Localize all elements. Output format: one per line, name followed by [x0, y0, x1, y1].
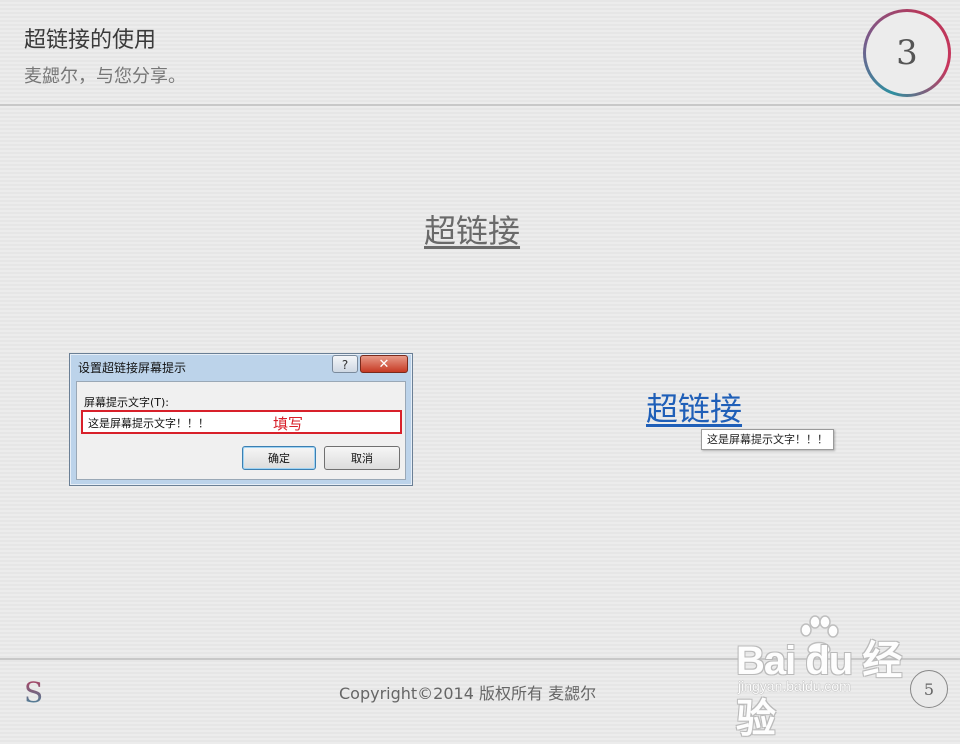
step-badge: 3: [863, 9, 951, 97]
slide-header: 超链接的使用 麦勰尔，与您分享。 3: [0, 0, 960, 106]
screen-tip-label: 屏幕提示文字(T):: [84, 396, 170, 409]
cancel-button[interactable]: 取消: [324, 446, 400, 470]
screen-tip-tooltip: 这是屏幕提示文字！！！: [701, 429, 834, 450]
header-divider: [0, 104, 960, 106]
copyright-text: Copyright©2014 版权所有 麦勰尔: [339, 684, 597, 703]
baidu-watermark: Bai du 经验 jingyan.baidu.com: [732, 606, 928, 741]
step-number: 3: [866, 12, 948, 94]
screen-tip-dialog: 设置超链接屏幕提示 ? ✕ 屏幕提示文字(T): 这是屏幕提示文字！！！ 填写 …: [69, 353, 413, 486]
close-button[interactable]: ✕: [360, 355, 408, 373]
hyperlink-text-grey[interactable]: 超链接: [424, 206, 520, 252]
footer-logo: S: [24, 676, 44, 709]
screen-tip-value: 这是屏幕提示文字！！！: [88, 417, 209, 430]
page-number: 5: [910, 670, 948, 708]
dialog-body: 屏幕提示文字(T): 这是屏幕提示文字！！！ 填写 确定 取消: [76, 381, 406, 480]
fill-annotation: 填写: [273, 415, 304, 433]
page-title: 超链接的使用: [24, 28, 157, 53]
watermark-url: jingyan.baidu.com: [738, 678, 851, 694]
page-subtitle: 麦勰尔，与您分享。: [24, 66, 186, 87]
screen-tip-input[interactable]: 这是屏幕提示文字！！！ 填写: [81, 410, 402, 434]
ok-button[interactable]: 确定: [242, 446, 316, 470]
help-button[interactable]: ?: [332, 355, 358, 373]
hyperlink-text-blue[interactable]: 超链接: [646, 384, 742, 430]
dialog-title: 设置超链接屏幕提示: [78, 361, 187, 375]
